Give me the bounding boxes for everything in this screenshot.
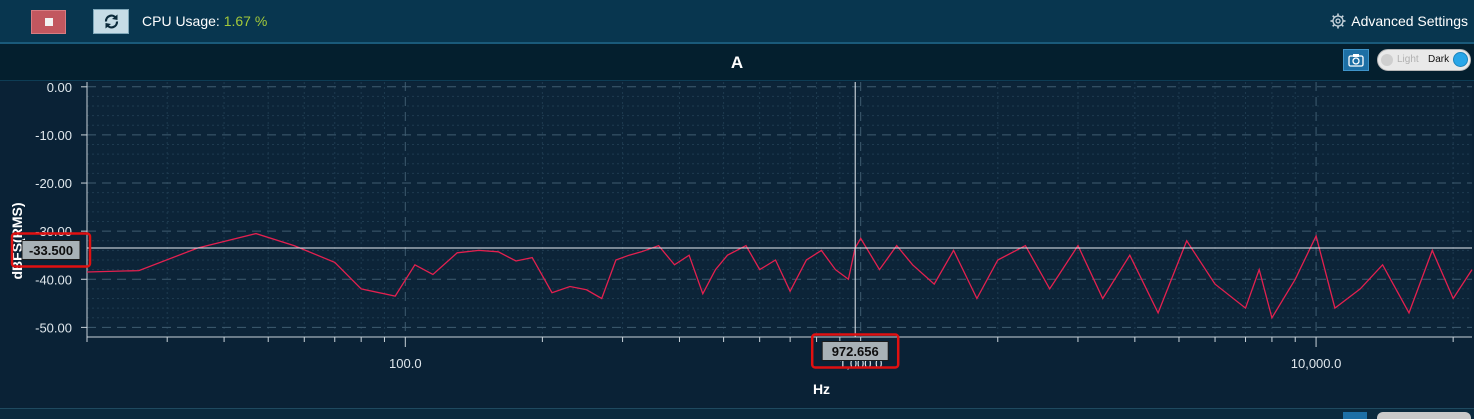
top-toolbar: CPU Usage: 1.67 % Advanced Settings [0,0,1474,44]
theme-dark-label: Dark [1428,54,1450,65]
cursor-y-readout-text: -33.500 [29,243,73,258]
camera-icon [1348,54,1364,67]
cpu-usage-value: 1.67 [223,13,251,29]
cpu-usage: CPU Usage: 1.67 % [142,13,267,29]
theme-toggle[interactable]: Light Dark [1377,49,1471,71]
gear-icon [1330,13,1346,29]
chart-title: A [730,53,744,72]
chart-svg[interactable]: 0.00 -10.00 -20.00 -30.00 -40.00 -50.00 100.0 1… [0,80,1474,408]
y-tick-label: -50.00 [35,320,72,335]
advanced-settings-button[interactable]: Advanced Settings [1330,13,1468,29]
x-tick-label: 10,000.0 [1291,356,1342,371]
plot-area [87,82,1472,337]
chart-header: A Light Dark [0,44,1474,81]
next-panel-edge [0,408,1474,419]
y-tick-label: -40.00 [35,272,72,287]
screenshot-button[interactable] [1343,49,1369,71]
cpu-usage-label: CPU Usage: [142,13,220,29]
stop-button[interactable] [31,10,66,34]
toggle-knob-dark [1453,52,1468,67]
y-tick-label: 0.00 [47,81,72,95]
y-tick-label: -10.00 [35,128,72,143]
x-tick-label: 100.0 [389,356,422,371]
y-tick-label: -20.00 [35,176,72,191]
advanced-settings-label: Advanced Settings [1351,13,1468,29]
y-tick-label: -30.00 [35,224,72,239]
fft-chart[interactable]: 0.00 -10.00 -20.00 -30.00 -40.00 -50.00 100.0 1… [0,80,1474,408]
stop-icon [45,18,53,26]
cpu-usage-unit: % [254,13,268,29]
x-axis-title: Hz [813,381,830,397]
theme-light-label: Light [1397,54,1419,65]
toggle-knob-light [1381,54,1393,66]
refresh-icon [104,14,119,29]
cursor-x-readout-text: 972.656 [832,344,879,359]
refresh-button[interactable] [93,9,129,34]
